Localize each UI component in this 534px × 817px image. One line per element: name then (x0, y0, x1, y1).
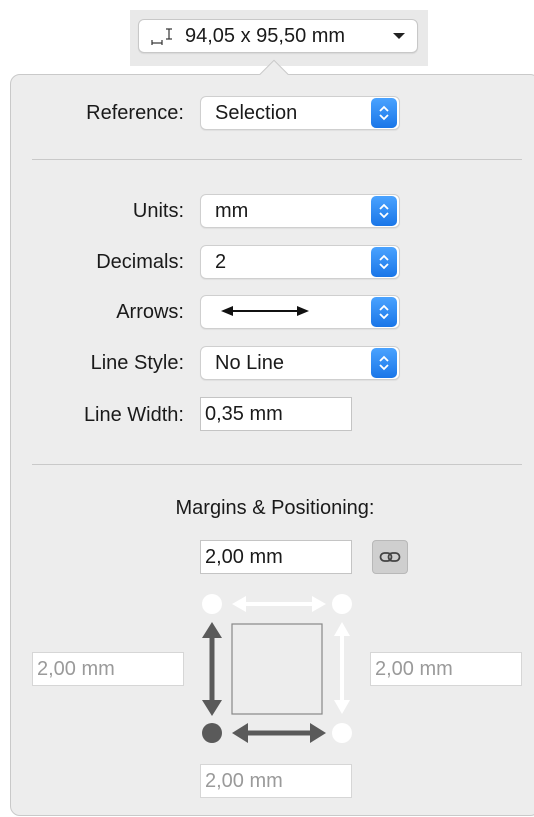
link-margins-button[interactable] (372, 540, 408, 574)
reference-label: Reference: (86, 102, 184, 124)
margin-right-input[interactable]: 2,00 mm (370, 652, 522, 686)
dimension-icon (151, 28, 172, 45)
decimals-label: Decimals: (96, 251, 184, 273)
link-icon (379, 552, 401, 562)
dimension-popup-button[interactable]: 94,05 x 95,50 mm (138, 19, 418, 53)
margin-top-input[interactable]: 2,00 mm (200, 540, 352, 574)
units-label: Units: (132, 200, 184, 222)
positioning-diagram (202, 594, 352, 743)
anchor-bottom-left (202, 723, 222, 743)
anchor-bottom-right (332, 723, 352, 743)
units-select[interactable]: mm (200, 194, 400, 228)
line-style-label: Line Style: (90, 352, 184, 374)
line-style-select[interactable]: No Line (200, 346, 400, 380)
divider (32, 464, 522, 465)
arrows-value (201, 301, 371, 324)
object-box (231, 623, 323, 715)
reference-select[interactable]: Selection (200, 96, 400, 130)
arrows-label: Arrows: (116, 301, 184, 323)
updown-stepper-icon (371, 247, 397, 277)
anchor-top-left (202, 594, 222, 614)
anchor-top-right (332, 594, 352, 614)
margin-left-input[interactable]: 2,00 mm (32, 652, 184, 686)
chevron-down-icon (393, 33, 405, 39)
updown-stepper-icon (371, 98, 397, 128)
arrows-select[interactable] (200, 295, 400, 329)
reference-value: Selection (215, 101, 298, 124)
decimals-select[interactable]: 2 (200, 245, 400, 279)
line-width-label: Line Width: (83, 404, 184, 426)
decimals-value: 2 (215, 250, 227, 273)
double-arrow-icon (221, 305, 309, 316)
line-style-value: No Line (215, 351, 284, 374)
margins-heading: Margins & Positioning: (175, 497, 375, 519)
updown-stepper-icon (371, 196, 397, 226)
updown-stepper-icon (371, 348, 397, 378)
units-value: mm (215, 199, 249, 222)
line-width-input[interactable]: 0,35 mm (200, 397, 352, 431)
margin-bottom-input[interactable]: 2,00 mm (200, 764, 352, 798)
divider (32, 159, 522, 160)
updown-stepper-icon (371, 297, 397, 327)
popover-arrow (256, 57, 292, 75)
dimension-label: 94,05 x 95,50 mm (185, 24, 346, 47)
